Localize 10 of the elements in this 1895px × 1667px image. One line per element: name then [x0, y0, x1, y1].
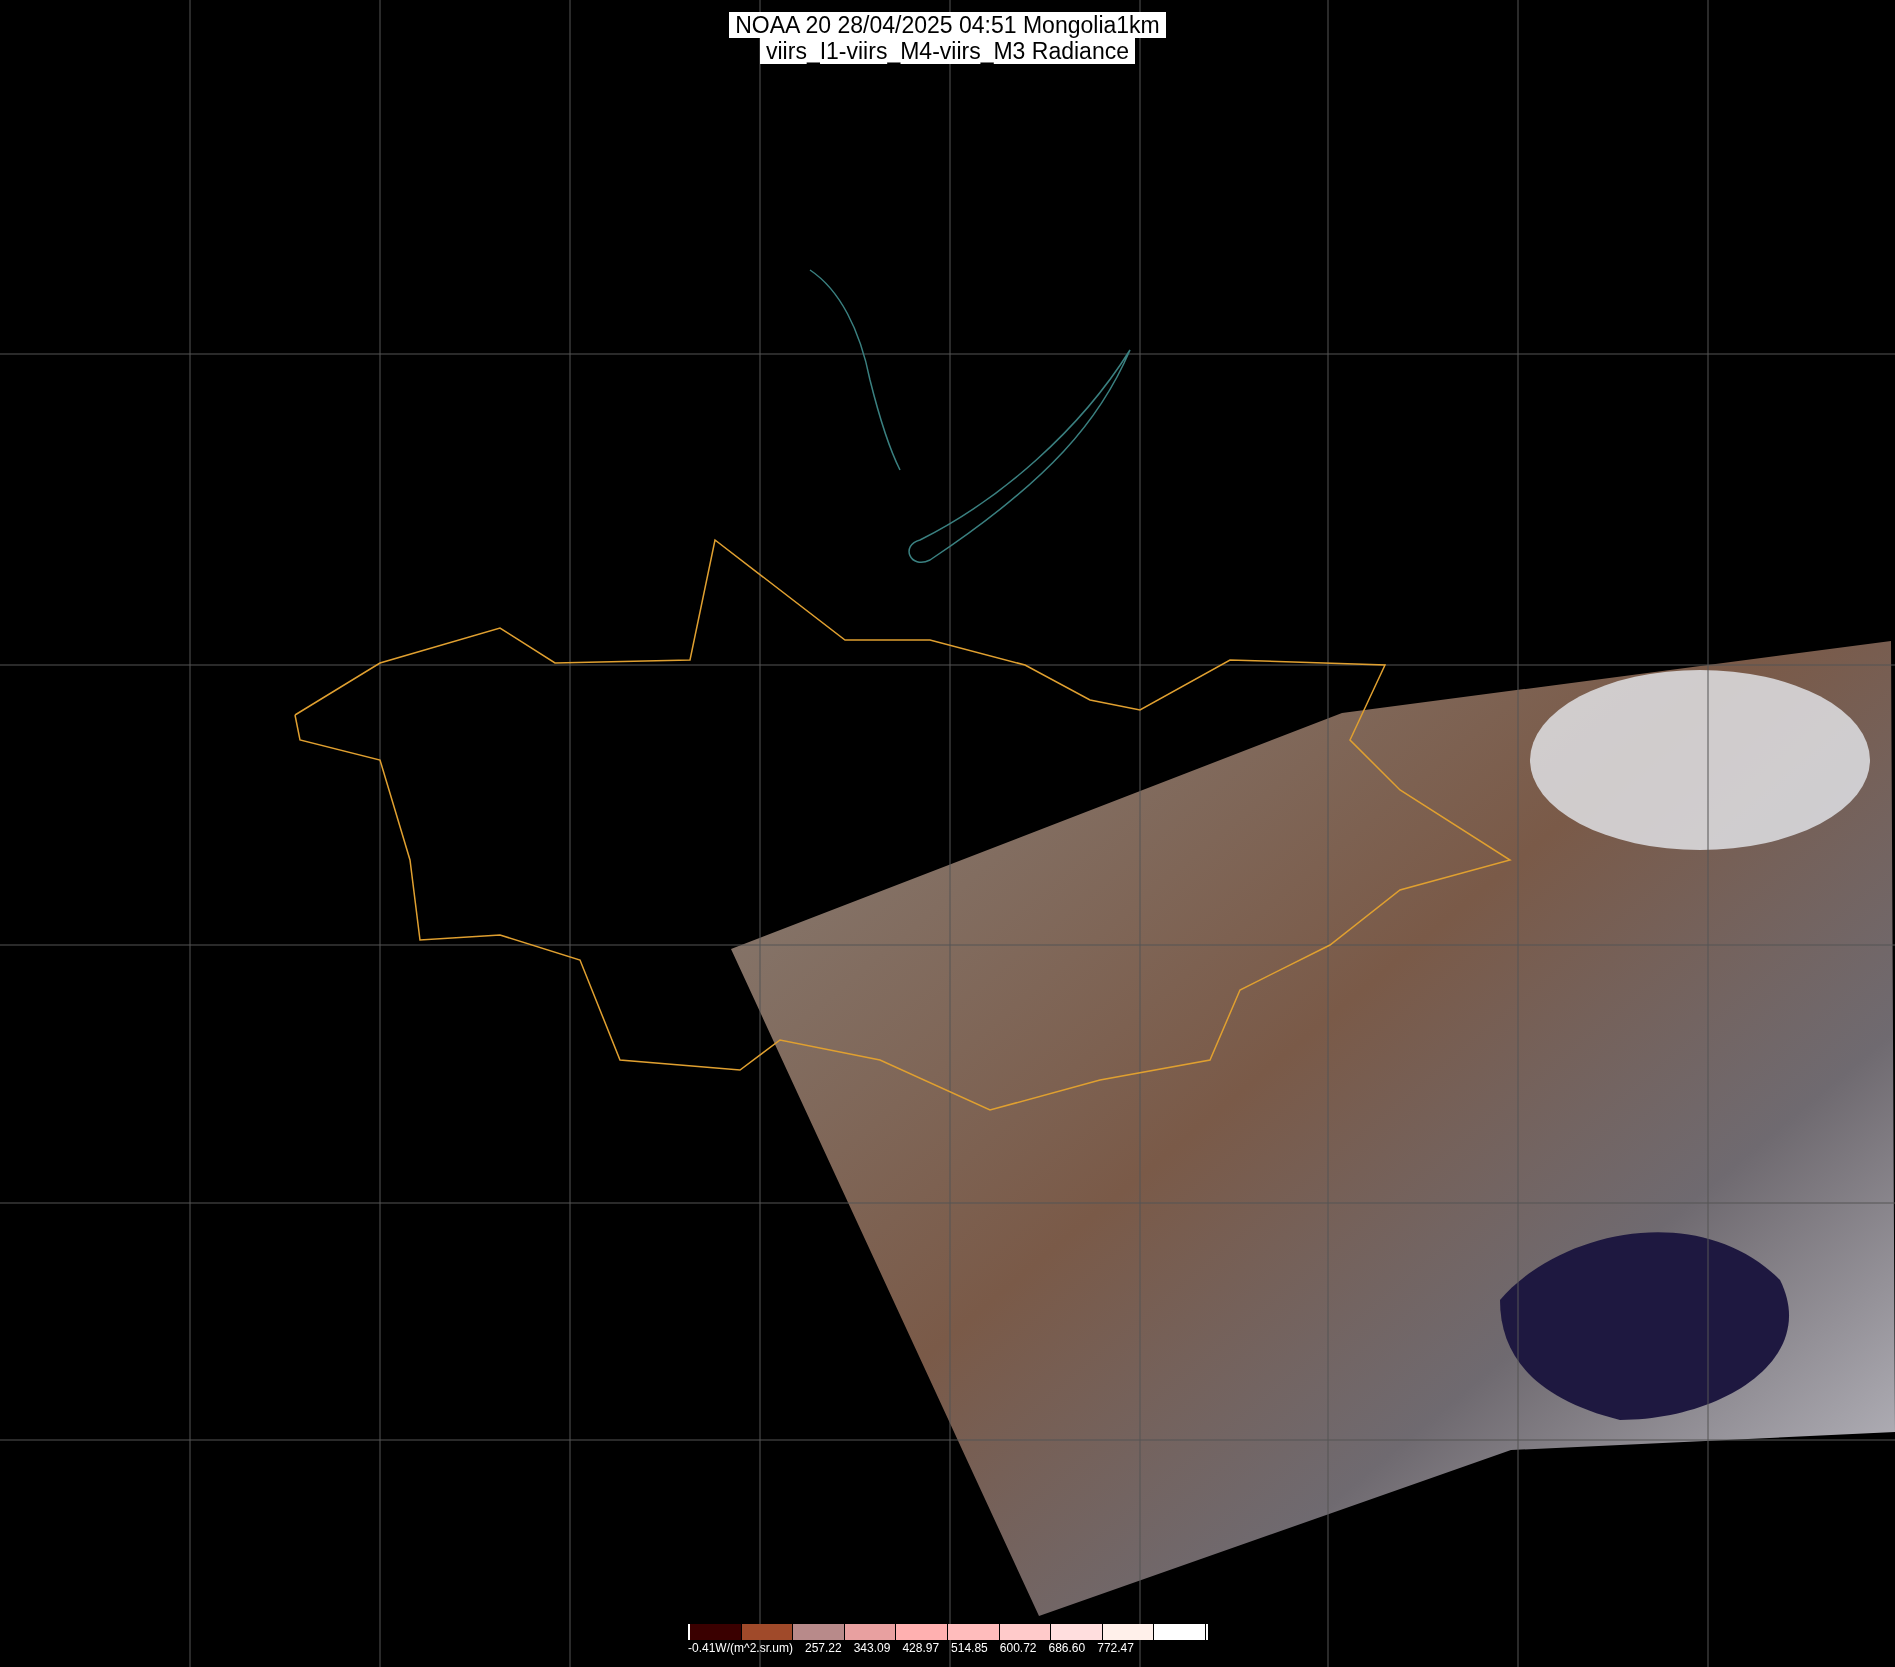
scale-label: 343.09: [853, 1641, 891, 1655]
map-title: NOAA 20 28/04/2025 04:51 Mongolia1km: [729, 12, 1166, 38]
scale-label: -0.41W/(m^2.sr.um): [688, 1641, 793, 1655]
map-title: viirs_I1-viirs_M4-viirs_M3 Radiance: [760, 38, 1135, 64]
scale-label: 428.97: [902, 1641, 940, 1655]
scale-label: 600.72: [999, 1641, 1037, 1655]
scale-label: 257.22: [805, 1641, 842, 1655]
scale-label: 514.85: [951, 1641, 988, 1655]
scale-label: 772.47: [1097, 1641, 1134, 1655]
scale-label: 686.60: [1048, 1641, 1086, 1655]
